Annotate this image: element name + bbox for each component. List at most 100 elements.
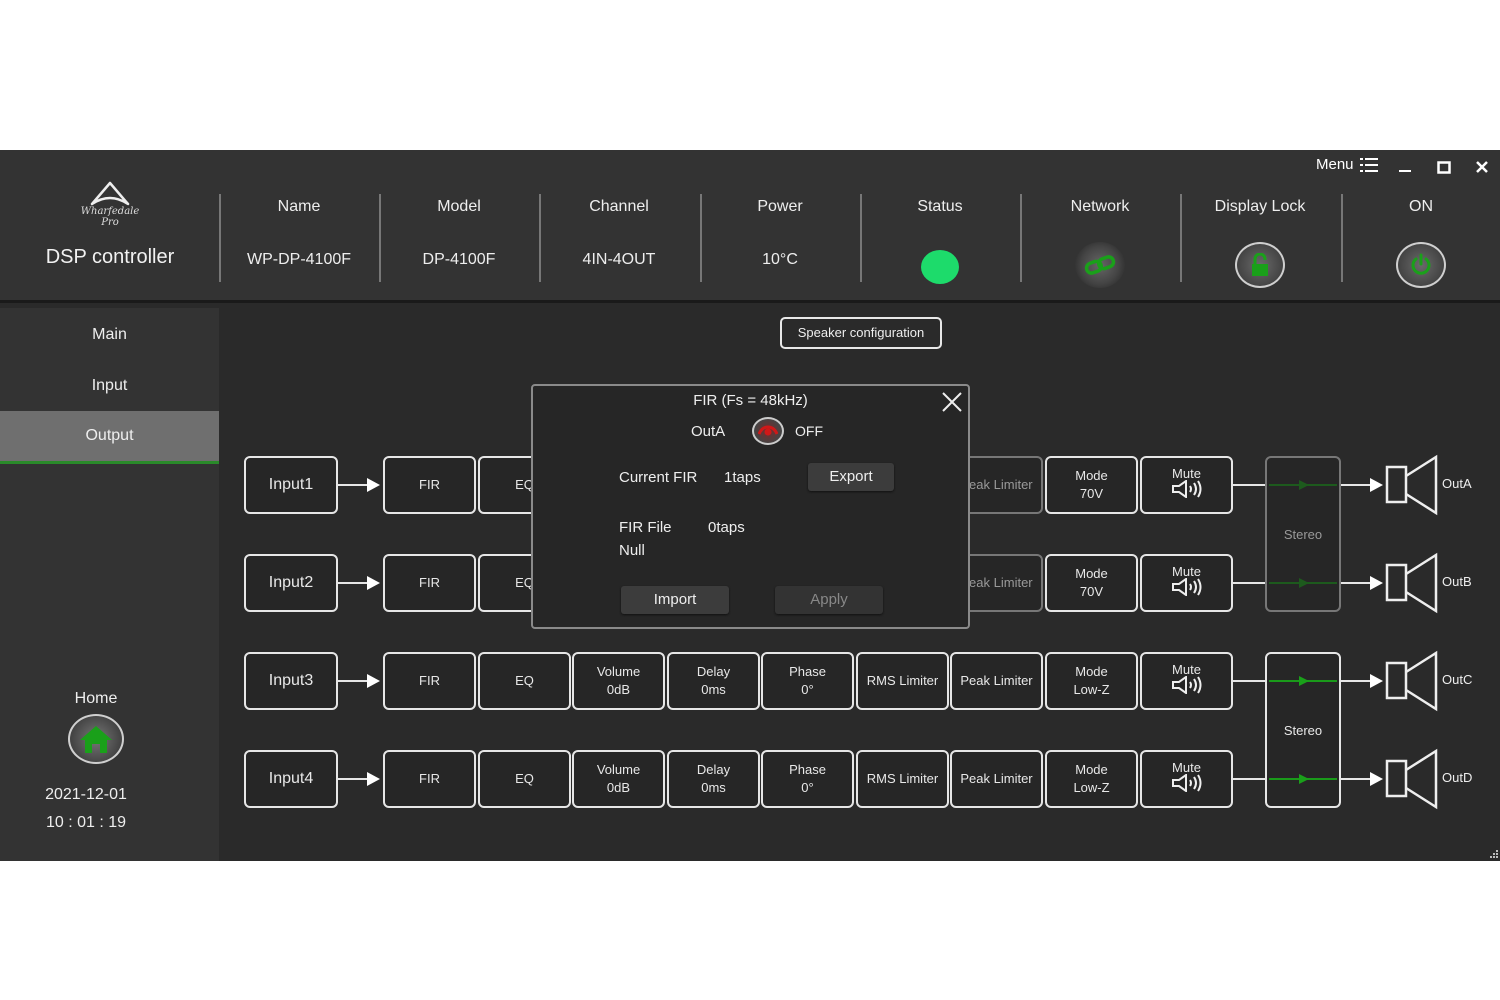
delay-block[interactable]: Delay 0ms [667, 750, 760, 808]
mode-block-label: Mode [1075, 468, 1108, 483]
speaker-output-icon[interactable] [1385, 454, 1439, 516]
stereo-arrow-icon [1299, 774, 1309, 784]
display-lock-button[interactable] [1235, 242, 1285, 288]
header-display-lock: Display Lock [1180, 194, 1340, 288]
speaker-output-icon[interactable] [1385, 552, 1439, 614]
list-icon [1359, 157, 1378, 172]
input-label: Input2 [268, 574, 314, 591]
mute-block[interactable]: Mute [1140, 456, 1233, 514]
brand-sub: Pro [101, 217, 119, 228]
volume-block[interactable]: Volume 0dB [572, 652, 665, 710]
stereo-arrow-icon [1299, 676, 1309, 686]
signal-line [338, 778, 368, 780]
fir-dialog: FIR (Fs = 48kHz) OutA OFF Current FIR 1t… [531, 384, 970, 629]
volume-block-value: 0dB [606, 682, 631, 697]
mute-block[interactable]: Mute [1140, 554, 1233, 612]
eq-block[interactable]: EQ [478, 652, 571, 710]
mode-block[interactable]: Mode 70V [1045, 554, 1138, 612]
resize-grip[interactable] [1488, 847, 1498, 858]
mute-label: Mute [1172, 465, 1201, 481]
fir-file-label: FIR File [619, 519, 672, 536]
close-window-button[interactable] [1475, 156, 1489, 178]
speaker-configuration-button[interactable]: Speaker configuration [780, 317, 942, 349]
power-icon [1411, 253, 1431, 275]
mode-block[interactable]: Mode Low-Z [1045, 750, 1138, 808]
peak-limiter-block-label: Peak Limiter [960, 477, 1033, 492]
maximize-button[interactable] [1437, 156, 1451, 178]
stereo-arrow-icon [1299, 480, 1309, 490]
display-lock-label: Display Lock [1214, 198, 1306, 215]
sidebar: Main Input Output Home 2021-12-01 10 : 0… [0, 308, 219, 861]
arrow-icon [1370, 674, 1383, 688]
power-button[interactable] [1396, 242, 1446, 288]
header-bar: Wharfedale Pro DSP controller Menu Name … [0, 150, 1500, 303]
network-indicator[interactable] [1075, 242, 1125, 288]
input-block[interactable]: Input2 [244, 554, 338, 612]
input-block[interactable]: Input1 [244, 456, 338, 514]
mode-block[interactable]: Mode 70V [1045, 456, 1138, 514]
volume-block[interactable]: Volume 0dB [572, 750, 665, 808]
signal-line [1233, 484, 1265, 486]
input-block[interactable]: Input4 [244, 750, 338, 808]
mode-block[interactable]: Mode Low-Z [1045, 652, 1138, 710]
arrow-icon [367, 478, 380, 492]
import-button[interactable]: Import [621, 586, 729, 614]
rms-limiter-block[interactable]: RMS Limiter [856, 750, 949, 808]
mode-block-label: Mode [1075, 762, 1108, 777]
mode-block-value: Low-Z [1073, 682, 1110, 697]
status-led [921, 250, 959, 284]
fir-block[interactable]: FIR [383, 554, 476, 612]
signal-line [1341, 778, 1371, 780]
volume-block-label: Volume [596, 664, 641, 679]
speaker-volume-icon [1170, 478, 1204, 503]
minimize-button[interactable] [1398, 156, 1412, 178]
fir-block[interactable]: FIR [383, 456, 476, 514]
header-name: Name WP-DP-4100F [219, 194, 379, 282]
resize-grip-icon [1490, 850, 1498, 858]
arrow-icon [1370, 478, 1383, 492]
fir-enable-toggle[interactable] [752, 417, 784, 445]
fir-dialog-title: FIR (Fs = 48kHz) [693, 392, 808, 409]
mute-block[interactable]: Mute [1140, 750, 1233, 808]
fir-dialog-close-button[interactable] [940, 390, 964, 414]
signal-line [1341, 582, 1371, 584]
delay-block[interactable]: Delay 0ms [667, 652, 760, 710]
signal-line [1233, 778, 1265, 780]
sidebar-item-main[interactable]: Main [0, 310, 219, 360]
power-value: 10°C [762, 251, 798, 268]
unlock-icon [1252, 253, 1268, 276]
menu-button[interactable]: Menu [1316, 156, 1378, 173]
fir-block-label: FIR [419, 771, 440, 786]
rms-limiter-block[interactable]: RMS Limiter [856, 652, 949, 710]
delay-block-value: 0ms [701, 780, 726, 795]
phase-block[interactable]: Phase 0° [761, 750, 854, 808]
mode-block-value: 70V [1079, 584, 1104, 599]
eq-block-label: EQ [515, 771, 534, 786]
home-icon [80, 726, 112, 753]
fir-block-label: FIR [419, 673, 440, 688]
sidebar-item-output[interactable]: Output [0, 411, 219, 464]
link-icon [1084, 255, 1116, 275]
mute-block[interactable]: Mute [1140, 652, 1233, 710]
current-fir-value: 1taps [724, 469, 761, 486]
fir-block[interactable]: FIR [383, 750, 476, 808]
peak-limiter-block[interactable]: Peak Limiter [950, 652, 1043, 710]
input-block[interactable]: Input3 [244, 652, 338, 710]
apply-button[interactable]: Apply [775, 586, 883, 614]
phase-block[interactable]: Phase 0° [761, 652, 854, 710]
fir-block[interactable]: FIR [383, 652, 476, 710]
mute-label: Mute [1172, 661, 1201, 677]
fir-block-label: FIR [419, 477, 440, 492]
home-button[interactable] [68, 714, 124, 764]
speaker-output-icon[interactable] [1385, 650, 1439, 712]
brand-logo: Wharfedale Pro [0, 180, 220, 228]
eq-block[interactable]: EQ [478, 750, 571, 808]
export-button[interactable]: Export [808, 463, 894, 491]
arrow-icon [367, 772, 380, 786]
header-power-on: ON [1341, 194, 1500, 288]
speaker-output-icon[interactable] [1385, 748, 1439, 810]
arrow-icon [367, 576, 380, 590]
peak-limiter-block[interactable]: Peak Limiter [950, 750, 1043, 808]
header-model: Model DP-4100F [379, 194, 539, 282]
sidebar-item-input[interactable]: Input [0, 361, 219, 411]
